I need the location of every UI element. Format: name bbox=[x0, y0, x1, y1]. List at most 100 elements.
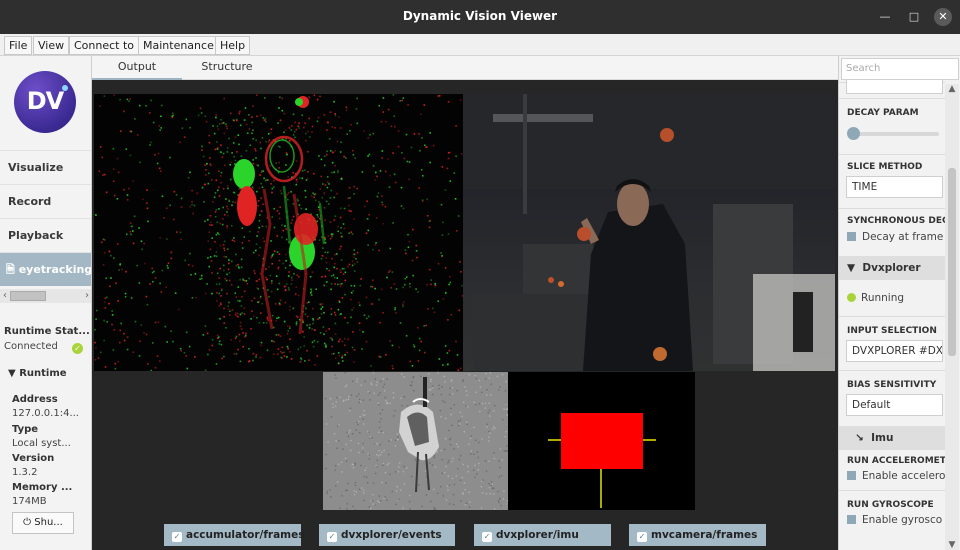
event-pixel bbox=[204, 325, 207, 327]
menu-connect-to[interactable]: Connect to bbox=[69, 36, 140, 55]
event-pixel bbox=[437, 370, 439, 371]
event-pixel bbox=[215, 179, 218, 182]
event-pixel bbox=[440, 252, 442, 254]
scroll-right-icon[interactable]: › bbox=[82, 289, 91, 303]
event-pixel bbox=[356, 122, 359, 125]
accumulator-pixel bbox=[360, 384, 362, 386]
event-pixel bbox=[280, 192, 283, 195]
stream-toggle-dvxplorer-imu[interactable]: ✓ dvxplorer/imu bbox=[474, 524, 611, 546]
event-pixel bbox=[421, 199, 424, 201]
dvxplorer-group-header[interactable]: ▼ Dvxplorer bbox=[839, 256, 945, 280]
imu-group-header[interactable]: ↘ Imu bbox=[839, 426, 945, 450]
search-input[interactable]: Search bbox=[841, 58, 959, 80]
sidebar-item-playback[interactable]: Playback bbox=[0, 218, 91, 252]
event-pixel bbox=[238, 143, 240, 146]
event-pixel bbox=[405, 252, 407, 255]
event-pixel bbox=[225, 125, 228, 128]
previous-field[interactable] bbox=[846, 80, 943, 94]
event-pixel bbox=[239, 321, 242, 324]
stream-label: dvxplorer/events bbox=[341, 529, 442, 541]
accumulator-pixel bbox=[330, 416, 333, 418]
event-pixel bbox=[415, 244, 418, 247]
event-pixel bbox=[408, 161, 411, 163]
event-pixel bbox=[306, 177, 309, 180]
event-pixel bbox=[152, 280, 154, 283]
event-pixel bbox=[191, 203, 193, 206]
panel-vscrollbar[interactable]: ▲ ▼ bbox=[945, 84, 959, 550]
event-pixel bbox=[375, 171, 377, 174]
event-pixel bbox=[254, 148, 256, 150]
events-view[interactable] bbox=[94, 94, 463, 371]
scroll-left-icon[interactable]: ‹ bbox=[0, 289, 10, 303]
event-pixel bbox=[230, 161, 233, 163]
scrollbar-thumb[interactable] bbox=[10, 291, 46, 301]
event-pixel bbox=[406, 160, 409, 163]
sidebar-item-visualize[interactable]: Visualize bbox=[0, 150, 91, 184]
event-pixel bbox=[217, 128, 219, 131]
run-gyroscope-checkbox[interactable]: Enable gyrosco bbox=[847, 514, 942, 526]
tab-output[interactable]: Output bbox=[92, 56, 182, 80]
event-pixel bbox=[218, 283, 221, 285]
event-pixel bbox=[174, 292, 177, 294]
accumulator-pixel bbox=[345, 384, 348, 386]
event-pixel bbox=[378, 249, 380, 252]
scrollbar-thumb[interactable] bbox=[948, 168, 956, 356]
menu-maintenance[interactable]: Maintenance bbox=[138, 36, 219, 55]
accumulator-pixel bbox=[373, 392, 375, 394]
accumulator-pixel bbox=[440, 416, 442, 418]
run-accelerometer-checkbox[interactable]: Enable accelero bbox=[847, 470, 945, 482]
maximize-icon[interactable]: □ bbox=[905, 8, 923, 26]
event-pixel bbox=[235, 335, 238, 338]
scroll-up-icon[interactable]: ▲ bbox=[945, 84, 959, 94]
decay-param-slider[interactable] bbox=[851, 132, 939, 136]
accumulator-view[interactable] bbox=[323, 372, 508, 510]
runtime-header[interactable]: ▼ Runtime bbox=[8, 368, 67, 379]
event-pixel bbox=[170, 251, 173, 253]
menu-file[interactable]: File bbox=[4, 36, 33, 55]
stream-toggle-accumulator-frames[interactable]: ✓ accumulator/frames bbox=[164, 524, 305, 546]
sidebar-item-active-file[interactable]: 🗎 eyetracking-p bbox=[0, 252, 91, 286]
event-pixel bbox=[407, 104, 409, 106]
stream-toggle-dvxplorer-events[interactable]: ✓ dvxplorer/events bbox=[319, 524, 455, 546]
event-pixel bbox=[227, 268, 230, 271]
event-pixel bbox=[278, 107, 280, 109]
event-pixel bbox=[255, 356, 257, 358]
event-pixel bbox=[317, 318, 319, 320]
event-pixel bbox=[145, 295, 148, 298]
decay-param-slider-handle[interactable] bbox=[847, 127, 860, 140]
event-pixel bbox=[125, 270, 127, 273]
event-pixel bbox=[166, 238, 168, 240]
sync-decay-checkbox[interactable]: Decay at frame bbox=[847, 231, 943, 243]
event-pixel bbox=[366, 218, 369, 220]
event-pixel bbox=[129, 98, 131, 100]
address-label: Address bbox=[12, 394, 58, 405]
event-pixel bbox=[237, 286, 240, 288]
sidebar-hscrollbar[interactable]: ‹ › bbox=[0, 289, 91, 303]
imu-view[interactable] bbox=[508, 372, 695, 510]
event-pixel bbox=[432, 144, 435, 147]
camera-view[interactable] bbox=[463, 94, 835, 371]
shutdown-button[interactable]: ⏻ Shu... bbox=[12, 512, 74, 534]
input-selection-field[interactable]: DVXPLORER #DX bbox=[846, 340, 943, 362]
stream-toggle-mvcamera-frames[interactable]: ✓ mvcamera/frames bbox=[629, 524, 766, 546]
event-pixel bbox=[449, 180, 452, 182]
scroll-down-icon[interactable]: ▼ bbox=[945, 540, 959, 550]
menu-help[interactable]: Help bbox=[215, 36, 251, 55]
event-pixel bbox=[261, 225, 263, 227]
slice-method-field[interactable]: TIME bbox=[846, 176, 943, 198]
event-pixel bbox=[164, 325, 167, 328]
minimize-icon[interactable]: — bbox=[876, 8, 894, 26]
event-pixel bbox=[111, 323, 113, 326]
event-pixel bbox=[287, 347, 289, 350]
tab-structure[interactable]: Structure bbox=[182, 56, 272, 80]
divider bbox=[839, 490, 945, 491]
event-pixel bbox=[194, 273, 197, 275]
event-pixel bbox=[375, 242, 377, 244]
sidebar-item-record[interactable]: Record bbox=[0, 184, 91, 218]
event-pixel bbox=[259, 297, 262, 299]
event-pixel bbox=[278, 212, 280, 215]
close-icon[interactable]: ✕ bbox=[934, 8, 952, 26]
menu-view[interactable]: View bbox=[33, 36, 70, 55]
bias-sensitivity-field[interactable]: Default bbox=[846, 394, 943, 416]
event-pixel bbox=[237, 315, 239, 318]
